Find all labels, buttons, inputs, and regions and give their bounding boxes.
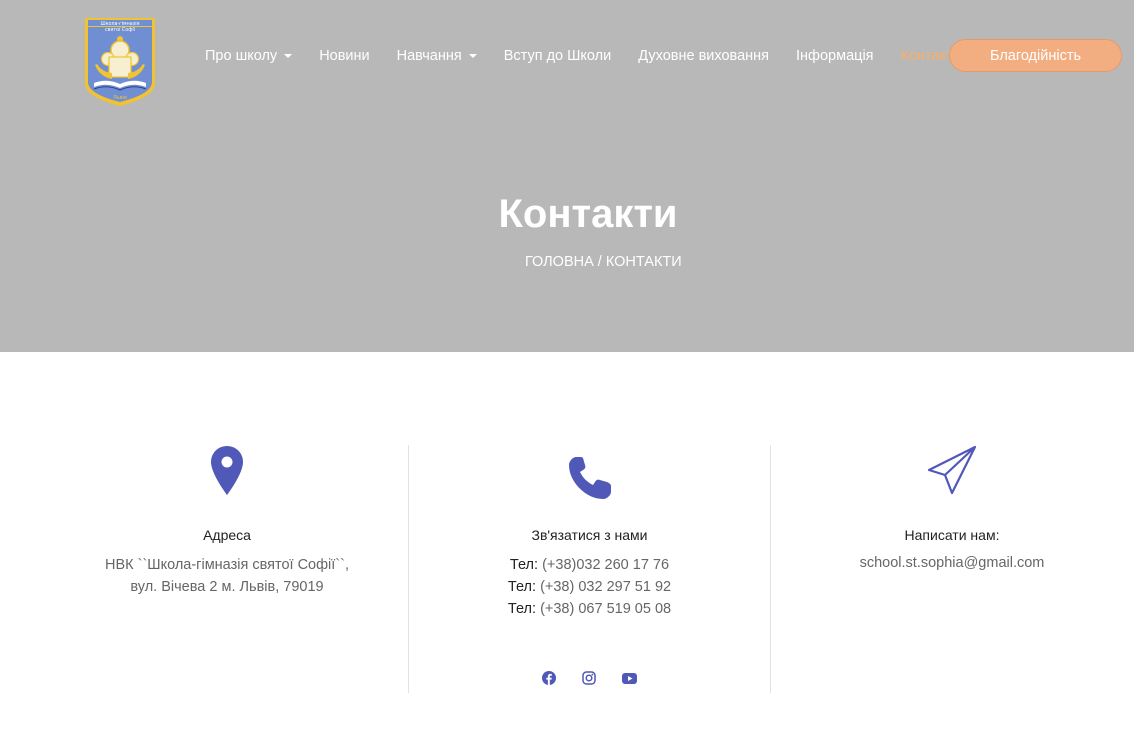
nav-item-spiritual[interactable]: Духовне виховання: [638, 48, 769, 64]
nav-item-label: Навчання: [396, 48, 462, 64]
paper-plane-icon: [771, 445, 1133, 511]
main-nav: Про школу Новини Навчання Вступ до Школи…: [205, 40, 988, 72]
nav-item-education[interactable]: Навчання: [397, 48, 477, 64]
youtube-icon[interactable]: [621, 670, 637, 686]
address-title: Адреса: [203, 527, 251, 543]
address-line: вул. Вічева 2 м. Львів, 79019: [130, 579, 324, 595]
svg-text:Школа-гімназія: Школа-гімназія: [100, 21, 139, 27]
nav-item-about[interactable]: Про школу: [205, 48, 293, 64]
phone-label: Тел:: [507, 601, 537, 617]
facebook-icon[interactable]: [541, 670, 557, 686]
instagram-icon[interactable]: [581, 670, 597, 686]
nav-item-label: Новини: [319, 48, 370, 64]
chevron-down-icon: [284, 54, 293, 58]
phone-row: Тел: (+38) 032 297 51 92: [409, 576, 770, 598]
phone-title: Зв'язатися з нами: [531, 527, 648, 543]
address-line: НВК ``Школа-гімназія святої Софії``,: [105, 557, 349, 573]
chevron-down-icon: [468, 54, 477, 58]
phone-number[interactable]: (+38)032 260 17 76: [542, 557, 669, 573]
phone-label: Тел:: [509, 557, 539, 573]
social-links: [529, 670, 649, 686]
breadcrumb-home-link[interactable]: ГОЛОВНА: [525, 254, 594, 270]
svg-text:Львів: Львів: [113, 95, 127, 101]
phone-icon: [409, 445, 770, 511]
nav-item-info[interactable]: Інформація: [796, 48, 874, 64]
page-hero: Школа-гімназія святої Софії Львів Про шк…: [0, 0, 1134, 352]
nav-item-admission[interactable]: Вступ до Школи: [504, 48, 612, 64]
map-pin-icon: [47, 445, 407, 511]
contact-address: Адреса НВК ``Школа-гімназія святої Софії…: [47, 445, 407, 598]
nav-item-label: Духовне виховання: [638, 48, 770, 64]
contact-email: Написати нам: school.st.sophia@gmail.com: [771, 445, 1133, 574]
page-title: Контакти: [498, 192, 678, 236]
nav-item-label: Вступ до Школи: [503, 48, 612, 64]
phone-number[interactable]: (+38) 067 519 05 08: [540, 601, 671, 617]
school-logo[interactable]: Школа-гімназія святої Софії Львів: [82, 15, 158, 108]
email-link[interactable]: school.st.sophia@gmail.com: [771, 552, 1133, 574]
svg-text:святої Софії: святої Софії: [105, 27, 136, 33]
nav-item-label: Інформація: [796, 48, 874, 64]
email-title: Написати нам:: [904, 527, 1000, 543]
nav-item-label: Про школу: [205, 48, 278, 64]
breadcrumb: ГОЛОВНА / КОНТАКТИ: [525, 254, 682, 270]
contact-phone: Зв'язатися з нами Тел: (+38)032 260 17 7…: [409, 445, 770, 620]
donate-button[interactable]: Благодійність: [949, 39, 1122, 72]
phone-row: Тел: (+38)032 260 17 76: [409, 554, 770, 576]
phone-label: Тел:: [507, 579, 537, 595]
breadcrumb-current: КОНТАКТИ: [605, 254, 682, 270]
phone-row: Тел: (+38) 067 519 05 08: [409, 598, 770, 620]
nav-item-news[interactable]: Новини: [319, 48, 369, 64]
phone-number[interactable]: (+38) 032 297 51 92: [540, 579, 671, 595]
breadcrumb-separator: /: [597, 254, 602, 270]
